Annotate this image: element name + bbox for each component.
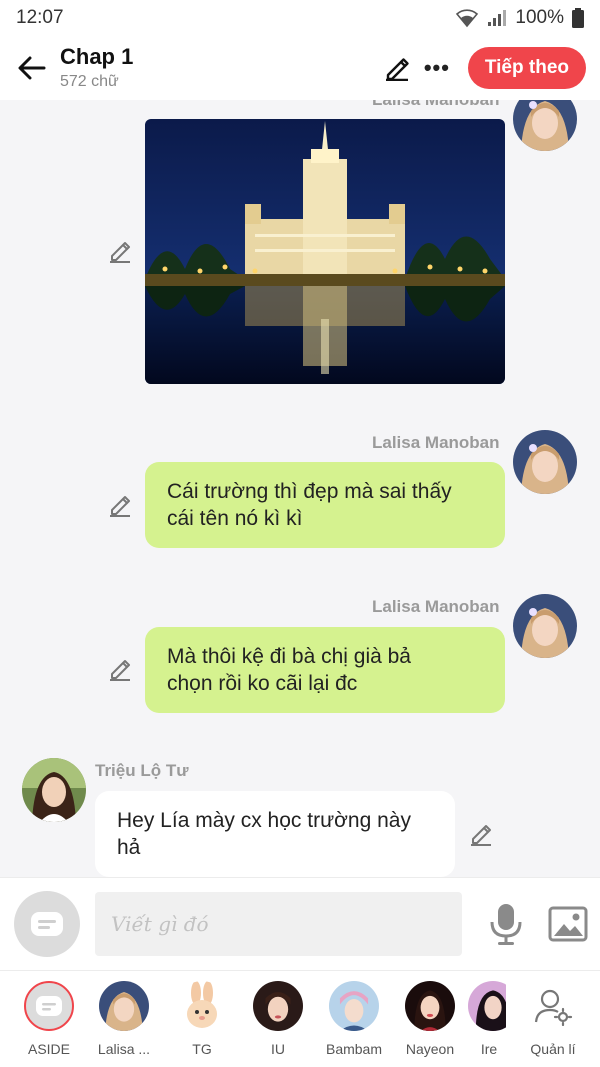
pencil-icon (110, 660, 130, 681)
avatar-lalisa[interactable] (513, 430, 577, 494)
sender-name: Lalisa Manoban (372, 100, 500, 110)
edit-title-button[interactable] (380, 51, 414, 85)
pencil-icon (385, 58, 409, 81)
chat-area[interactable]: Lalisa Manoban Cái trường thì đẹp mà sai… (0, 100, 600, 877)
message-line: Hey Lía mày cx học trường này (117, 809, 411, 832)
avatar-lalisa[interactable] (513, 594, 577, 658)
message-bubble[interactable]: Cái trường thì đẹp mà sai thấy cái tên n… (145, 462, 505, 548)
message-input[interactable] (95, 892, 462, 956)
avatar (329, 981, 379, 1031)
chapter-title: Chap 1 (60, 44, 134, 69)
avatar-trieu-lo-tu[interactable] (22, 758, 86, 822)
sender-name: Lalisa Manoban (372, 597, 500, 616)
edit-message-button[interactable] (106, 655, 134, 683)
battery-icon (572, 8, 584, 28)
chapter-header: Chap 1 572 chữ ••• Tiếp theo (0, 36, 600, 100)
message-line: chọn rồi ko cãi lại đc (167, 672, 358, 695)
avatar (468, 981, 506, 1031)
avatar (99, 981, 149, 1031)
sender-name: Lalisa Manoban (372, 433, 500, 452)
message-bubble[interactable]: Mà thôi kệ đi bà chị già bả chọn rồi ko … (145, 627, 505, 713)
avatar (405, 981, 455, 1031)
message-photo[interactable] (145, 119, 505, 384)
character-nayeon[interactable]: Nayeon (392, 981, 468, 1057)
insert-image-button[interactable] (548, 906, 588, 942)
next-chapter-button[interactable]: Tiếp theo (467, 47, 586, 89)
manage-characters-button[interactable]: Quản lí (515, 981, 591, 1057)
edit-message-button[interactable] (106, 491, 134, 519)
status-time: 12:07 (16, 7, 64, 28)
character-ire[interactable]: Ire (462, 981, 506, 1057)
character-label: TG (192, 1041, 212, 1057)
character-label: Nayeon (405, 1041, 455, 1057)
message-line: hả (117, 836, 141, 859)
character-iu[interactable]: IU (240, 981, 316, 1057)
signal-icon (487, 9, 507, 27)
status-icons: 100% (455, 7, 584, 29)
word-count: 572 chữ (60, 73, 119, 90)
character-label: Ire (480, 1041, 498, 1057)
edit-message-button[interactable] (106, 237, 134, 265)
character-tg[interactable]: TG (164, 981, 240, 1057)
character-label: Quản lí (530, 1041, 576, 1057)
sender-name: Triệu Lộ Tư (95, 761, 189, 780)
image-icon (548, 906, 588, 942)
message-bubble[interactable]: Hey Lía mày cx học trường này hả (95, 791, 455, 877)
status-bar: 12:07 100% (0, 0, 600, 36)
avatar (253, 981, 303, 1031)
user-settings-icon (528, 981, 578, 1031)
edit-message-button[interactable] (467, 820, 495, 848)
message-line: Mà thôi kệ đi bà chị già bả (167, 645, 411, 668)
wifi-icon (455, 8, 479, 28)
more-options-button[interactable]: ••• (420, 51, 454, 85)
microphone-button[interactable] (488, 902, 524, 946)
character-bar: ASIDE Lalisa ... TG IU Bambam Nayeon Ire… (0, 970, 600, 1067)
chat-bubble-icon (31, 912, 63, 936)
composer (0, 877, 600, 970)
character-bambam[interactable]: Bambam (316, 981, 392, 1057)
avatar-lalisa[interactable] (513, 100, 577, 151)
back-button[interactable] (14, 50, 50, 86)
title-block: Chap 1 572 chữ (60, 45, 133, 91)
chat-bubble-icon (24, 981, 74, 1031)
pencil-icon (471, 825, 491, 846)
pencil-icon (110, 496, 130, 517)
battery-percent: 100% (515, 7, 564, 28)
arrow-left-icon (18, 56, 46, 80)
message-line: cái tên nó kì kì (167, 507, 303, 530)
character-aside[interactable]: ASIDE (11, 981, 87, 1057)
rabbit-icon (177, 981, 227, 1031)
current-character-button[interactable] (14, 891, 80, 957)
character-label: Lalisa ... (97, 1041, 151, 1057)
message-line: Cái trường thì đẹp mà sai thấy (167, 480, 452, 503)
character-lalisa[interactable]: Lalisa ... (86, 981, 162, 1057)
pencil-icon (110, 242, 130, 263)
character-label: Bambam (325, 1041, 383, 1057)
character-label: ASIDE (27, 1041, 70, 1057)
microphone-icon (490, 904, 522, 945)
character-label: IU (271, 1041, 285, 1057)
